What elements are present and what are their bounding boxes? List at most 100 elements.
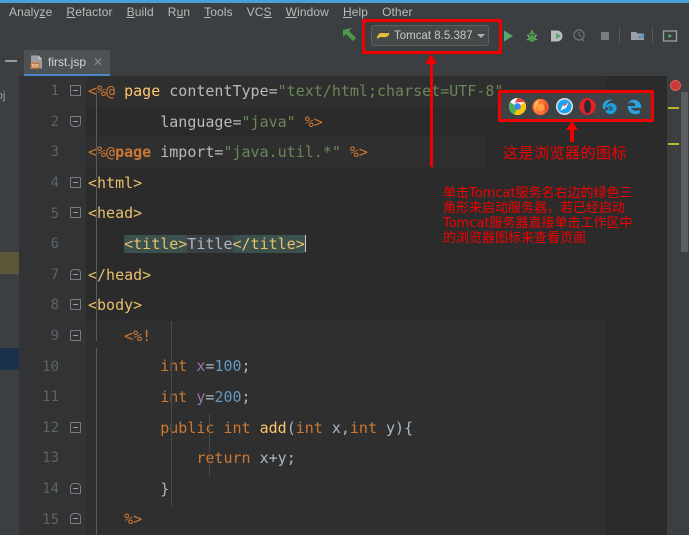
- ide-window: Analyze Refactor Build Run Tools VCS Win…: [0, 0, 689, 535]
- fold-column[interactable]: [66, 76, 86, 107]
- fold-column[interactable]: [66, 107, 86, 138]
- editor-tab-strip: JSP first.jsp ✕: [0, 50, 689, 76]
- fold-column: [66, 382, 86, 413]
- toolbar-separator-2: [652, 27, 653, 44]
- line-number: 15: [42, 511, 59, 528]
- line-number: 12: [42, 419, 59, 436]
- line-number: 7: [50, 266, 59, 283]
- jsp-file-icon: JSP: [30, 55, 42, 69]
- line-number: 4: [50, 175, 59, 192]
- fold-toggle-icon[interactable]: [70, 513, 81, 525]
- code-text: <body>: [88, 296, 143, 315]
- code-text: </head>: [88, 265, 152, 284]
- indent-guide-2: [209, 414, 210, 476]
- run-triangle-icon[interactable]: [500, 28, 516, 44]
- warning-stripe[interactable]: [668, 143, 679, 145]
- sidebar-item-project[interactable]: proj: [0, 90, 5, 102]
- line-number: 10: [42, 358, 59, 375]
- fold-column: [66, 229, 86, 260]
- fold-column[interactable]: [66, 321, 86, 352]
- editor-marker-bar[interactable]: [667, 76, 689, 535]
- code-line-13[interactable]: 13 return x+y;: [19, 443, 667, 474]
- left-tool-window-strip: proj: [0, 76, 19, 535]
- code-line-9[interactable]: 9 <%!: [19, 321, 667, 352]
- browser-launch-bar[interactable]: e: [500, 92, 652, 120]
- line-number: 9: [50, 328, 59, 345]
- menu-item-build[interactable]: Build: [120, 3, 161, 22]
- run-configuration-selector[interactable]: Tomcat 8.5.387: [371, 25, 489, 46]
- toolbar-separator: [619, 27, 620, 44]
- code-line-10[interactable]: 10 int x=100;: [19, 351, 667, 382]
- fold-column[interactable]: [66, 198, 86, 229]
- tab-label: first.jsp: [48, 55, 87, 69]
- code-text: %>: [124, 510, 143, 529]
- firefox-icon[interactable]: [531, 97, 550, 116]
- fold-column[interactable]: [66, 413, 86, 444]
- code-line-11[interactable]: 11 int y=200;: [19, 382, 667, 413]
- menu-item-run[interactable]: Run: [161, 3, 197, 22]
- annotation-text-tomcat-line2: 角形来启动服务器，若已经启动: [443, 201, 626, 216]
- fold-toggle-icon[interactable]: [70, 329, 81, 341]
- menu-item-other[interactable]: Other: [375, 3, 420, 22]
- code-line-15[interactable]: 15 %>: [19, 504, 667, 535]
- annotation-text-tomcat-line4: 的浏览器图标来查看页面: [443, 231, 587, 246]
- annotation-arrowhead-browser: [566, 121, 578, 130]
- svg-text:e: e: [608, 102, 614, 114]
- menu-item-refactor[interactable]: Refactor: [59, 3, 119, 22]
- debug-bug-icon[interactable]: [524, 28, 540, 44]
- opera-icon[interactable]: [578, 97, 597, 116]
- code-line-8[interactable]: 8 <body>: [19, 290, 667, 321]
- fold-toggle-icon[interactable]: [70, 482, 81, 494]
- menu-item-window[interactable]: Window: [279, 3, 336, 22]
- fold-toggle-icon[interactable]: [70, 421, 81, 433]
- line-number: 8: [50, 297, 59, 314]
- fold-line-1: [96, 90, 97, 178]
- run-with-coverage-icon[interactable]: [548, 28, 564, 44]
- menu-bar: Analyze Refactor Build Run Tools VCS Win…: [0, 3, 689, 22]
- text-caret: [304, 234, 306, 252]
- editor-scrollbar-thumb[interactable]: [681, 92, 688, 252]
- menu-item-help[interactable]: Help: [336, 3, 375, 22]
- line-number: 14: [42, 481, 59, 498]
- chrome-icon[interactable]: [508, 97, 527, 116]
- code-text: return x+y;: [196, 449, 296, 468]
- code-text: }: [160, 479, 170, 498]
- code-line-12[interactable]: 12 public int add(int x,int y){: [19, 413, 667, 444]
- close-icon[interactable]: ✕: [93, 56, 103, 68]
- fold-toggle-icon[interactable]: [70, 207, 81, 219]
- warning-stripe[interactable]: [668, 107, 679, 109]
- menu-item-tools[interactable]: Tools: [197, 3, 240, 22]
- collapse-sidebar-icon[interactable]: [5, 60, 17, 62]
- fold-column[interactable]: [66, 504, 86, 535]
- fold-column[interactable]: [66, 260, 86, 291]
- gutter-marker-modified: [0, 252, 19, 274]
- fold-column: [66, 351, 86, 382]
- annotation-pointer-line-browser: [570, 128, 574, 142]
- fold-toggle-icon[interactable]: [70, 299, 81, 311]
- safari-icon[interactable]: [555, 97, 574, 116]
- line-number: 11: [42, 389, 59, 406]
- preview-window-icon[interactable]: [662, 28, 678, 44]
- editor-tab-first-jsp[interactable]: JSP first.jsp ✕: [24, 50, 111, 76]
- fold-column[interactable]: [66, 168, 86, 199]
- fold-toggle-icon[interactable]: [70, 85, 81, 96]
- ie-icon[interactable]: e: [601, 97, 620, 116]
- fold-column: [66, 137, 86, 168]
- fold-toggle-icon[interactable]: [70, 115, 81, 127]
- fold-toggle-icon[interactable]: [70, 176, 81, 188]
- fold-column[interactable]: [66, 290, 86, 321]
- fold-toggle-icon[interactable]: [70, 268, 81, 280]
- error-status-icon[interactable]: [670, 80, 681, 91]
- menu-item-analyze[interactable]: Analyze: [2, 3, 59, 22]
- project-structure-icon[interactable]: [630, 28, 646, 44]
- fold-column: [66, 443, 86, 474]
- profiler-icon: [573, 29, 585, 42]
- chevron-down-icon[interactable]: [476, 33, 485, 38]
- green-hint-arrow-icon: [343, 28, 356, 41]
- edge-icon[interactable]: [625, 97, 644, 116]
- code-line-14[interactable]: 14 }: [19, 474, 667, 505]
- code-line-7[interactable]: 7 </head>: [19, 260, 667, 291]
- menu-item-vcs[interactable]: VCS: [240, 3, 279, 22]
- code-text: int x=100;: [160, 357, 251, 376]
- fold-column[interactable]: [66, 474, 86, 505]
